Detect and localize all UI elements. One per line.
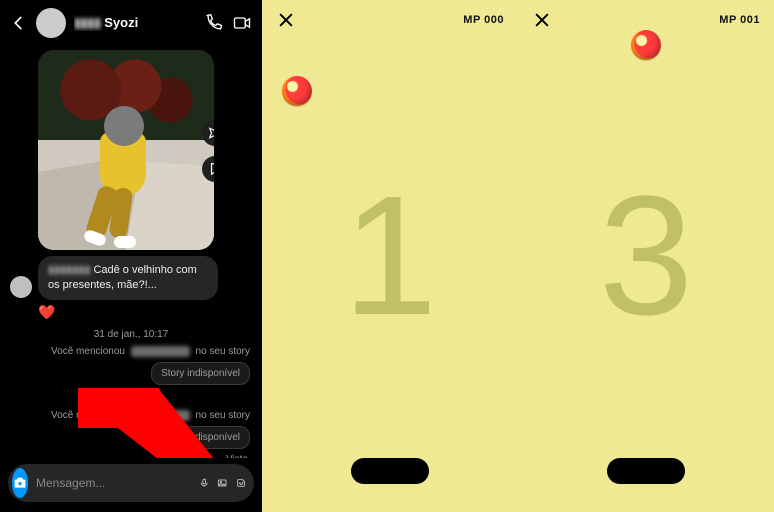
- sticker-icon[interactable]: [236, 473, 246, 493]
- game-ball: [631, 30, 661, 60]
- avatar[interactable]: [36, 8, 66, 38]
- mention-line: Você mencionou ▮▮▮▮▮▮▮ no seu story: [0, 344, 262, 359]
- instagram-dm-panel: ▮▮▮▮ Syozi ▮▮▮▮▮▮▮ Cadê o velhinho com o…: [0, 0, 262, 512]
- avatar[interactable]: [10, 276, 32, 298]
- score-number: 3: [599, 158, 694, 354]
- story-unavailable-pill[interactable]: Story indisponível: [151, 362, 250, 385]
- contact-name[interactable]: ▮▮▮▮ Syozi: [74, 15, 196, 31]
- video-call-icon[interactable]: [232, 13, 252, 33]
- camera-button[interactable]: [12, 468, 28, 498]
- photo-message[interactable]: [38, 50, 214, 250]
- message-input[interactable]: [36, 476, 191, 490]
- mic-icon[interactable]: [199, 473, 209, 493]
- mp-label: MP 001: [719, 14, 760, 26]
- game-paddle[interactable]: [607, 458, 685, 484]
- game-panel-1: MP 000 1: [262, 0, 518, 512]
- game-panel-2: MP 001 3: [518, 0, 774, 512]
- timestamp: ▮▮ ▮▮▮, 07:08: [0, 393, 262, 404]
- seen-label: Visto: [0, 452, 262, 458]
- game-paddle[interactable]: [351, 458, 429, 484]
- timestamp: 31 de jan., 10:17: [0, 329, 262, 340]
- bookmark-icon[interactable]: [202, 156, 214, 182]
- close-icon[interactable]: [532, 10, 552, 30]
- messages-scroll[interactable]: ▮▮▮▮▮▮▮ Cadê o velhinho com os presentes…: [0, 46, 262, 458]
- reaction-heart[interactable]: ❤️: [38, 304, 262, 321]
- score-number: 1: [343, 158, 438, 354]
- mention-line: Você mencionou ▮▮▮▮▮▮▮ no seu story: [0, 408, 262, 423]
- caption-message[interactable]: ▮▮▮▮▮▮▮ Cadê o velhinho com os presentes…: [38, 256, 218, 300]
- back-arrow-icon[interactable]: [10, 14, 28, 32]
- dm-header: ▮▮▮▮ Syozi: [0, 0, 262, 46]
- share-icon[interactable]: [202, 120, 214, 146]
- close-icon[interactable]: [276, 10, 296, 30]
- game-ball: [282, 76, 312, 106]
- story-unavailable-pill[interactable]: Story indisponível: [151, 426, 250, 449]
- call-icon[interactable]: [204, 13, 224, 33]
- message-input-bar: [8, 464, 254, 502]
- gallery-icon[interactable]: [217, 473, 227, 493]
- mp-label: MP 000: [463, 14, 504, 26]
